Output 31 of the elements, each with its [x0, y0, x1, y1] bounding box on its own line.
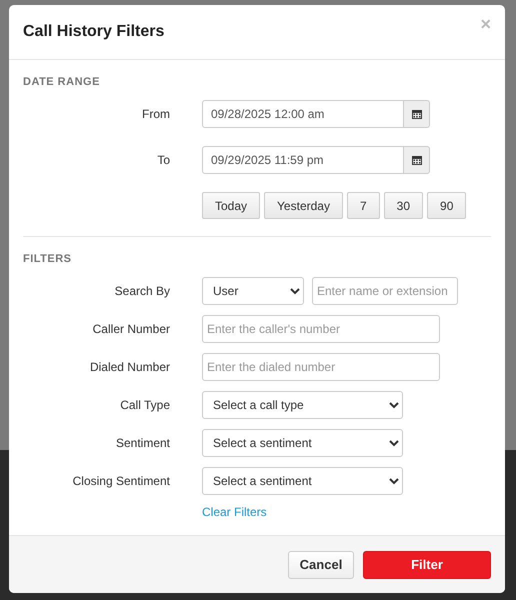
field-label: Sentiment	[114, 436, 170, 450]
calendar-icon	[412, 109, 422, 119]
filter-button[interactable]: Filter	[363, 550, 491, 578]
input-field[interactable]: Enter name or extension	[312, 277, 458, 305]
dropdown[interactable]: Select a sentiment	[202, 467, 403, 495]
field-label: Call Type	[119, 398, 170, 412]
field-label: Dialed Number	[88, 360, 170, 374]
input-field[interactable]: Enter the caller's number	[202, 315, 440, 343]
cancel-button[interactable]: Cancel	[288, 550, 354, 578]
calendar-icon	[412, 155, 422, 165]
preset-button[interactable]: 30	[384, 192, 424, 219]
section-heading: FILTERS	[23, 253, 73, 265]
calendar-button[interactable]	[404, 100, 430, 128]
preset-button[interactable]: 7	[346, 192, 380, 219]
section-heading: DATE RANGE	[23, 76, 101, 88]
dropdown[interactable]: Select a sentiment	[202, 429, 403, 457]
dropdown[interactable]: Select a call type	[202, 391, 403, 419]
date-field[interactable]: 09/29/2025 11:59 pm	[202, 146, 404, 174]
field-label: From	[141, 107, 170, 121]
dialog-title: Call History Filters	[23, 23, 164, 41]
field-label: Search By	[114, 284, 170, 298]
field-label: Caller Number	[92, 322, 170, 336]
preset-button[interactable]: Yesterday	[264, 192, 343, 219]
preset-button[interactable]: 90	[427, 192, 466, 219]
field-label: To	[156, 153, 170, 167]
calendar-button[interactable]	[404, 146, 430, 174]
dropdown[interactable]: User	[202, 277, 304, 305]
date-field[interactable]: 09/28/2025 12:00 am	[202, 100, 404, 128]
input-field[interactable]: Enter the dialed number	[202, 353, 440, 381]
preset-button[interactable]: Today	[202, 192, 260, 219]
field-label: Closing Sentiment	[72, 474, 170, 488]
